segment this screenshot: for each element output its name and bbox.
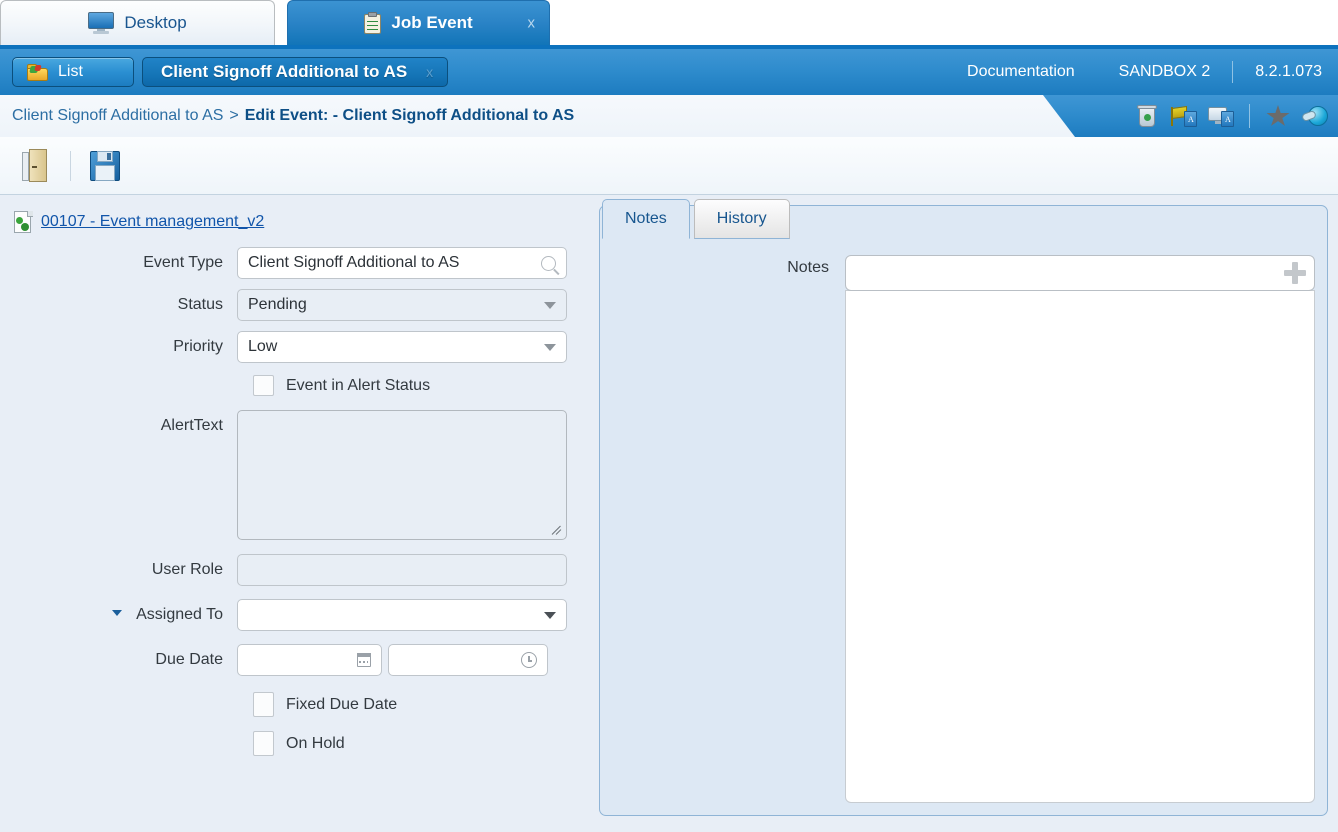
active-record-close-icon[interactable]: x bbox=[426, 64, 433, 80]
event-type-label: Event Type bbox=[143, 254, 223, 271]
record-link[interactable]: 00107 - Event management_v2 bbox=[41, 213, 264, 231]
window-tab-job-event[interactable]: Job Event x bbox=[287, 0, 550, 45]
appbar-right-group: Documentation SANDBOX 2 8.2.1.073 bbox=[945, 61, 1322, 83]
environment-label: SANDBOX 2 bbox=[1118, 63, 1211, 80]
status-select[interactable]: Pending bbox=[237, 289, 567, 321]
record-document-icon bbox=[14, 211, 33, 233]
recycle-bin-icon[interactable] bbox=[1134, 103, 1160, 129]
globe-key-icon[interactable] bbox=[1301, 103, 1328, 129]
floppy-save-icon bbox=[85, 146, 125, 186]
assigned-to-label: Assigned To bbox=[0, 599, 237, 631]
priority-label: Priority bbox=[173, 338, 223, 355]
active-record-title-label: Client Signoff Additional to AS bbox=[161, 62, 408, 81]
favorite-star-icon[interactable] bbox=[1265, 103, 1291, 129]
fixed-due-date-label: Fixed Due Date bbox=[286, 695, 398, 713]
tab-history-label: History bbox=[716, 210, 767, 227]
notes-stack bbox=[845, 255, 1315, 803]
window-tab-strip: Desktop Job Event x bbox=[0, 0, 1338, 49]
on-hold-label: On Hold bbox=[286, 734, 345, 752]
due-time-input[interactable] bbox=[388, 644, 548, 676]
field-row-event-in-alert-status: Event in Alert Status bbox=[0, 375, 597, 396]
panel-tab-strip: Notes History bbox=[600, 195, 790, 239]
status-label: Status bbox=[177, 296, 223, 313]
save-button[interactable] bbox=[85, 146, 125, 186]
calendar-icon[interactable] bbox=[356, 653, 371, 667]
window-tab-desktop[interactable]: Desktop bbox=[0, 0, 275, 45]
priority-select[interactable]: Low bbox=[237, 331, 567, 363]
toolbar-divider bbox=[70, 150, 71, 181]
due-date-input[interactable] bbox=[237, 644, 382, 676]
search-icon[interactable] bbox=[541, 255, 556, 271]
field-row-fixed-due-date: Fixed Due Date bbox=[0, 692, 597, 717]
field-row-on-hold: On Hold bbox=[0, 731, 597, 756]
chevron-down-icon[interactable] bbox=[544, 611, 556, 619]
on-hold-checkbox[interactable] bbox=[253, 731, 274, 756]
expand-caret-icon[interactable] bbox=[112, 610, 122, 616]
breadcrumb-bar: Client Signoff Additional to AS > Edit E… bbox=[0, 95, 1338, 137]
plus-icon[interactable] bbox=[1284, 262, 1306, 284]
breadcrumb-separator: > bbox=[229, 107, 239, 124]
version-label: 8.2.1.073 bbox=[1255, 63, 1322, 80]
event-in-alert-status-checkbox[interactable] bbox=[253, 375, 274, 396]
notes-tab-content: Notes bbox=[600, 239, 1327, 815]
assigned-to-select[interactable] bbox=[237, 599, 567, 631]
work-area: 00107 - Event management_v2 Event Type C… bbox=[0, 195, 1338, 832]
tab-notes-label: Notes bbox=[625, 210, 667, 227]
flag-document-icon[interactable] bbox=[1171, 103, 1197, 129]
list-button[interactable]: List bbox=[12, 57, 134, 87]
resize-grip-icon[interactable] bbox=[552, 525, 563, 536]
breadcrumb-icon-divider bbox=[1249, 104, 1250, 128]
exit-button[interactable] bbox=[16, 146, 56, 186]
fixed-due-date-checkbox[interactable] bbox=[253, 692, 274, 717]
notes-history-panel: Notes History Notes bbox=[599, 199, 1328, 816]
field-row-due-date: Due Date bbox=[0, 644, 597, 676]
window-tab-desktop-label: Desktop bbox=[124, 13, 187, 32]
breadcrumb-current: Edit Event: - Client Signoff Additional … bbox=[244, 107, 575, 124]
user-role-label: User Role bbox=[151, 561, 223, 578]
event-type-value: Client Signoff Additional to AS bbox=[248, 254, 460, 271]
notes-list-area[interactable] bbox=[845, 290, 1315, 803]
window-tab-job-event-label: Job Event bbox=[391, 13, 473, 32]
tab-history[interactable]: History bbox=[693, 199, 790, 239]
due-date-label: Due Date bbox=[155, 651, 223, 668]
folder-icon bbox=[27, 63, 48, 81]
field-row-alert-text: AlertText bbox=[0, 410, 597, 540]
record-toolbar bbox=[0, 137, 1338, 195]
user-role-input[interactable] bbox=[237, 554, 567, 586]
alert-text-label: AlertText bbox=[160, 417, 223, 434]
field-row-user-role: User Role bbox=[0, 554, 597, 586]
list-button-label: List bbox=[58, 63, 83, 80]
notes-input[interactable] bbox=[845, 255, 1315, 291]
field-row-event-type: Event Type Client Signoff Additional to … bbox=[0, 247, 597, 279]
tab-notes[interactable]: Notes bbox=[602, 199, 690, 239]
active-record-title[interactable]: Client Signoff Additional to AS x bbox=[142, 57, 449, 87]
screen-document-icon[interactable] bbox=[1208, 103, 1234, 129]
due-date-group bbox=[237, 644, 548, 676]
breadcrumb-icon-group bbox=[1134, 95, 1328, 137]
priority-value: Low bbox=[248, 338, 278, 355]
event-form: 00107 - Event management_v2 Event Type C… bbox=[0, 195, 597, 832]
record-link-row: 00107 - Event management_v2 bbox=[0, 207, 597, 237]
monitor-icon bbox=[88, 12, 115, 34]
assigned-to-label-text: Assigned To bbox=[136, 606, 223, 623]
alert-text-textarea[interactable] bbox=[237, 410, 567, 540]
breadcrumb: Client Signoff Additional to AS > Edit E… bbox=[0, 95, 1075, 137]
field-row-priority: Priority Low bbox=[0, 331, 597, 363]
notes-label: Notes bbox=[787, 259, 829, 276]
event-in-alert-status-label: Event in Alert Status bbox=[286, 376, 431, 394]
door-exit-icon bbox=[16, 146, 56, 186]
clipboard-icon bbox=[364, 12, 382, 34]
right-pane: Notes History Notes bbox=[597, 195, 1338, 832]
status-value: Pending bbox=[248, 296, 307, 313]
chevron-down-icon[interactable] bbox=[544, 343, 556, 351]
event-type-input[interactable]: Client Signoff Additional to AS bbox=[237, 247, 567, 279]
chevron-down-icon[interactable] bbox=[544, 301, 556, 309]
field-row-status: Status Pending bbox=[0, 289, 597, 321]
breadcrumb-parent[interactable]: Client Signoff Additional to AS bbox=[12, 107, 223, 125]
window-tab-close-icon[interactable]: x bbox=[528, 15, 536, 32]
field-row-assigned-to: Assigned To bbox=[0, 599, 597, 631]
application-bar: List Client Signoff Additional to AS x D… bbox=[0, 49, 1338, 95]
documentation-link[interactable]: Documentation bbox=[945, 63, 1097, 81]
clock-icon[interactable] bbox=[521, 652, 537, 668]
